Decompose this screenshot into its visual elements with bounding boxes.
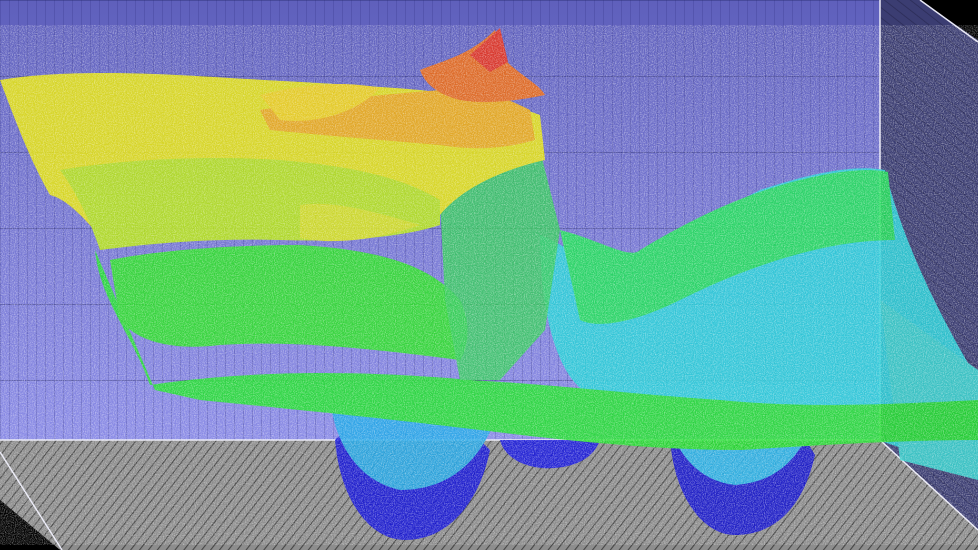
point-cloud: [0, 25, 978, 545]
point-cloud-viewport[interactable]: [0, 0, 978, 550]
point-cloud-scene[interactable]: [0, 0, 978, 550]
